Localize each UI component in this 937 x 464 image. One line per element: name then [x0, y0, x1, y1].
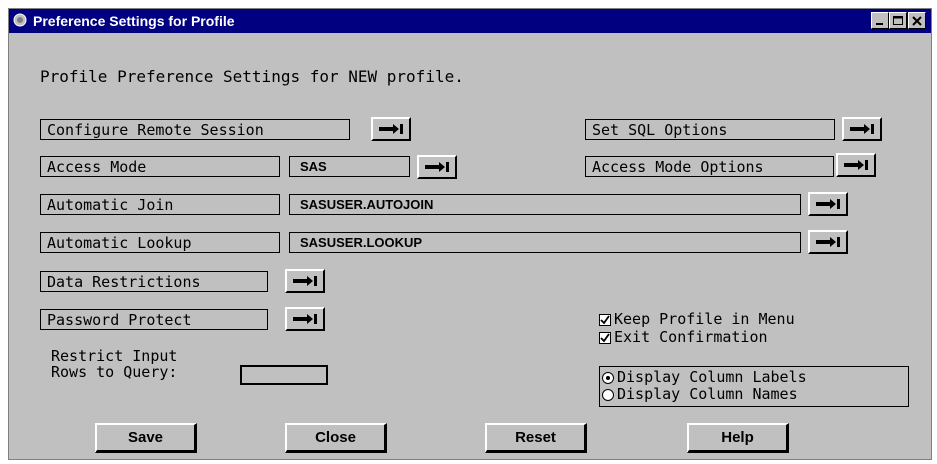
app-icon: [13, 13, 27, 27]
arrow-right-icon: [425, 162, 449, 172]
title-bar: Preference Settings for Profile: [9, 9, 931, 33]
close-button-bottom[interactable]: Close: [285, 423, 387, 453]
maximize-button[interactable]: [889, 12, 907, 29]
display-column-labels-radio[interactable]: [602, 372, 614, 384]
arrow-right-icon: [816, 199, 840, 209]
preference-settings-window: Preference Settings for Profile Profile …: [8, 8, 932, 460]
maximize-icon: [893, 16, 903, 25]
password-protect-label: Password Protect: [40, 309, 268, 330]
automatic-lookup-button[interactable]: [808, 230, 848, 254]
save-button[interactable]: Save: [95, 423, 197, 453]
access-mode-button[interactable]: [417, 155, 457, 179]
set-sql-options-label: Set SQL Options: [585, 119, 835, 140]
display-column-labels-label: Display Column Labels: [617, 368, 807, 386]
radio-selected-dot: [606, 376, 610, 380]
keep-profile-label: Keep Profile in Menu: [614, 310, 795, 328]
arrow-right-icon: [816, 237, 840, 247]
access-mode-options-label: Access Mode Options: [585, 156, 834, 177]
arrow-right-icon: [293, 276, 317, 286]
set-sql-options-button[interactable]: [842, 117, 882, 141]
reset-button[interactable]: Reset: [485, 423, 587, 453]
arrow-right-icon: [379, 124, 403, 134]
arrow-right-icon: [293, 314, 317, 324]
rows-to-query-label: Rows to Query:: [51, 363, 178, 381]
minimize-button[interactable]: [871, 12, 889, 29]
window-title: Preference Settings for Profile: [33, 13, 235, 29]
configure-remote-session-label: Configure Remote Session: [40, 119, 350, 140]
checkmark-icon: [600, 315, 610, 325]
access-mode-label: Access Mode: [40, 156, 280, 177]
help-button[interactable]: Help: [687, 423, 789, 453]
automatic-join-label: Automatic Join: [40, 194, 280, 215]
automatic-lookup-label: Automatic Lookup: [40, 232, 280, 253]
rows-to-query-input[interactable]: [240, 365, 328, 385]
arrow-right-icon: [850, 124, 874, 134]
exit-confirmation-label: Exit Confirmation: [614, 328, 768, 346]
access-mode-options-button[interactable]: [836, 153, 876, 177]
keep-profile-checkbox[interactable]: [599, 314, 611, 326]
exit-confirmation-checkbox[interactable]: [599, 332, 611, 344]
minimize-icon: [876, 23, 883, 25]
access-mode-value[interactable]: SAS: [289, 156, 410, 177]
close-button[interactable]: [908, 12, 926, 29]
automatic-join-button[interactable]: [808, 192, 848, 216]
automatic-join-field[interactable]: SASUSER.AUTOJOIN: [289, 194, 801, 215]
automatic-lookup-field[interactable]: SASUSER.LOOKUP: [289, 232, 801, 253]
display-column-names-radio[interactable]: [602, 389, 614, 401]
data-restrictions-button[interactable]: [285, 269, 325, 293]
data-restrictions-label: Data Restrictions: [40, 271, 268, 292]
password-protect-button[interactable]: [285, 307, 325, 331]
page-heading: Profile Preference Settings for NEW prof…: [40, 67, 464, 86]
close-icon: [912, 16, 922, 26]
arrow-right-icon: [844, 160, 868, 170]
checkmark-icon: [600, 333, 610, 343]
display-column-names-label: Display Column Names: [617, 385, 798, 403]
configure-remote-session-button[interactable]: [371, 117, 411, 141]
